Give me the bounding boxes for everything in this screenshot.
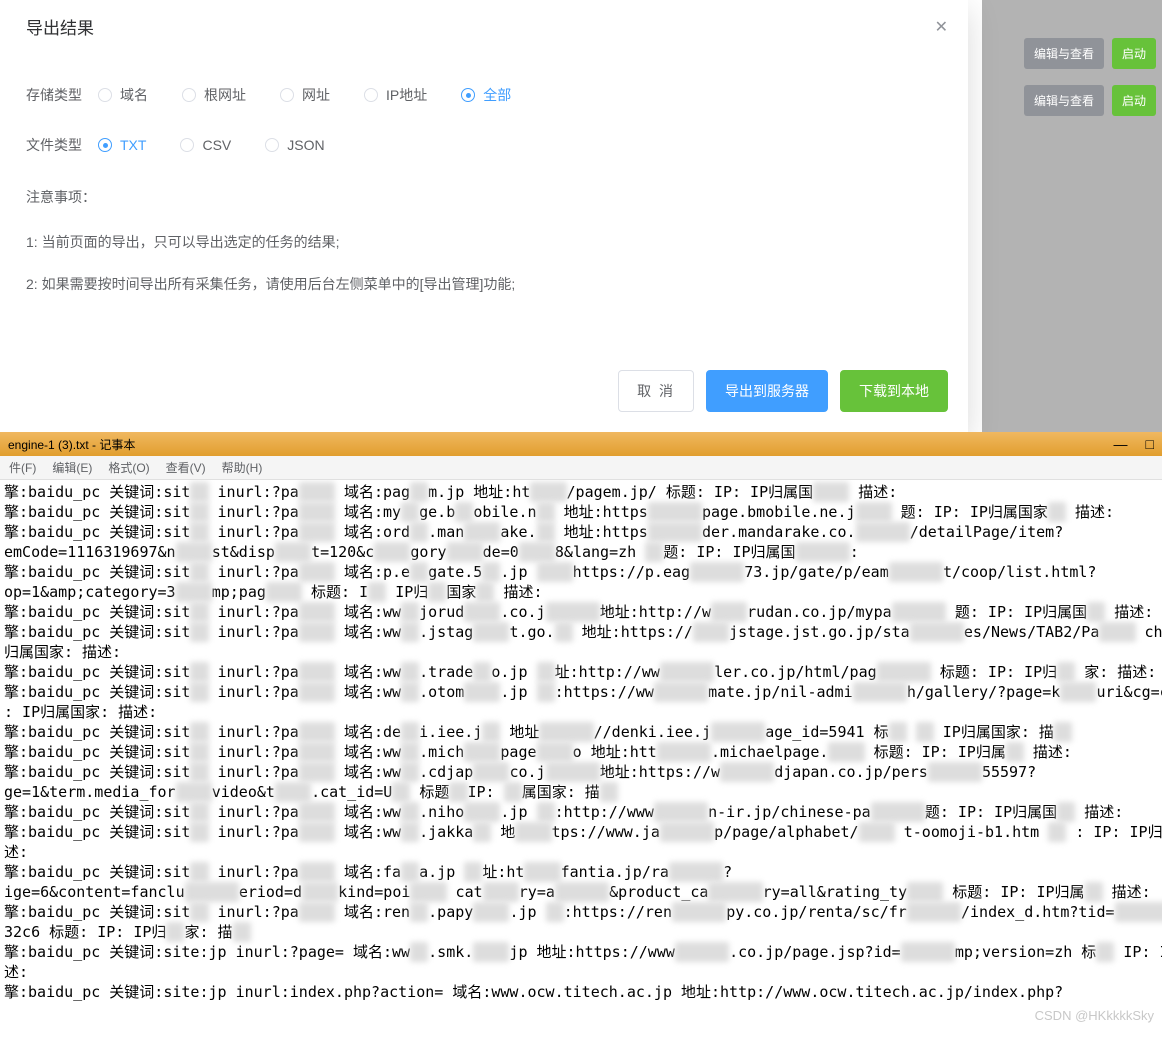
notepad-line: 擎:baidu_pc 关键词:sitxx inurl:?paxxxx 域名:ww… — [4, 622, 1158, 642]
export-server-button[interactable]: 导出到服务器 — [706, 370, 828, 412]
radio-label: IP地址 — [386, 85, 427, 105]
storage-type-radio-group: 域名 根网址 网址 IP地址 全部 — [98, 85, 511, 105]
radio-txt[interactable]: TXT — [98, 137, 146, 153]
radio-all[interactable]: 全部 — [461, 85, 511, 105]
notepad-line: 擎:baidu_pc 关键词:sitxx inurl:?paxxxx 域名:de… — [4, 722, 1158, 742]
dialog-close-button[interactable]: ✕ — [935, 17, 948, 37]
radio-label: 根网址 — [204, 85, 246, 105]
storage-type-label: 存储类型 — [26, 85, 98, 105]
minimize-icon[interactable]: — — [1114, 436, 1128, 452]
notepad-line: 擎:baidu_pc 关键词:sitxx inurl:?paxxxx 域名:pa… — [4, 482, 1158, 502]
notepad-line: 擎:baidu_pc 关键词:sitxx inurl:?paxxxx 域名:ww… — [4, 822, 1158, 842]
menu-view[interactable]: 查看(V) — [163, 458, 209, 477]
notepad-line: ge=1&term.media_forxxxxvideo&txxxx.cat_i… — [4, 782, 1158, 802]
menu-format[interactable]: 格式(O) — [105, 458, 152, 477]
notepad-line: 擎:baidu_pc 关键词:sitxx inurl:?paxxxx 域名:ww… — [4, 762, 1158, 782]
storage-type-row: 存储类型 域名 根网址 网址 IP地址 全部 — [26, 85, 942, 105]
radio-url[interactable]: 网址 — [280, 85, 330, 105]
notepad-line: 擎:baidu_pc 关键词:sitxx inurl:?paxxxx 域名:re… — [4, 902, 1158, 922]
notepad-menubar: 件(F) 编辑(E) 格式(O) 查看(V) 帮助(H) — [0, 456, 1162, 480]
menu-edit[interactable]: 编辑(E) — [49, 458, 95, 477]
notepad-titlebar[interactable]: engine-1 (3).txt - 记事本 — □ — [0, 432, 1162, 456]
file-type-label: 文件类型 — [26, 135, 98, 155]
notepad-line: ige=6&content=fancluxxxxxxeriod=dxxxxkin… — [4, 882, 1158, 902]
radio-csv[interactable]: CSV — [180, 137, 231, 153]
maximize-icon[interactable]: □ — [1146, 436, 1154, 452]
notepad-line: emCode=1116319697&nxxxxst&dispxxxxt=120&… — [4, 542, 1158, 562]
radio-circle-icon — [182, 88, 196, 102]
dialog-footer: 取 消 导出到服务器 下载到本地 — [0, 358, 968, 432]
window-controls: — □ — [1114, 436, 1154, 452]
notepad-line: op=1&amp;category=3xxxxmp;pagxxxx 标题: Ix… — [4, 582, 1158, 602]
cancel-button[interactable]: 取 消 — [618, 370, 694, 412]
notepad-line: 述: — [4, 842, 1158, 862]
notes-heading: 注意事项： — [26, 187, 942, 207]
radio-circle-icon — [265, 138, 279, 152]
radio-domain[interactable]: 域名 — [98, 85, 148, 105]
edit-view-button-1[interactable]: 编辑与查看 — [1024, 38, 1104, 69]
notepad-line: 擎:baidu_pc 关键词:site:jp inurl:index.php?a… — [4, 982, 1158, 1002]
radio-label: 域名 — [120, 85, 148, 105]
notepad-line: 擎:baidu_pc 关键词:sitxx inurl:?paxxxx 域名:ww… — [4, 662, 1158, 682]
radio-circle-icon — [280, 88, 294, 102]
radio-label: 全部 — [483, 85, 511, 105]
radio-circle-icon — [364, 88, 378, 102]
dialog-title: 导出结果 — [26, 14, 94, 39]
file-type-row: 文件类型 TXT CSV JSON — [26, 135, 942, 155]
notepad-line: 归属国家: 描述: — [4, 642, 1158, 662]
radio-label: 网址 — [302, 85, 330, 105]
dialog-header: 导出结果 ✕ — [0, 0, 968, 39]
notepad-line: 擎:baidu_pc 关键词:sitxx inurl:?paxxxx 域名:ww… — [4, 802, 1158, 822]
radio-label: JSON — [287, 137, 324, 153]
menu-file[interactable]: 件(F) — [6, 458, 39, 477]
notepad-line: 擎:baidu_pc 关键词:sitxx inurl:?paxxxx 域名:p.… — [4, 562, 1158, 582]
radio-label: TXT — [120, 137, 146, 153]
background-panel: 编辑与查看 启动 编辑与查看 启动 — [982, 0, 1162, 432]
notepad-title-text: engine-1 (3).txt - 记事本 — [8, 436, 135, 453]
menu-help[interactable]: 帮助(H) — [219, 458, 266, 477]
radio-label: CSV — [202, 137, 231, 153]
file-type-radio-group: TXT CSV JSON — [98, 137, 325, 153]
radio-circle-icon — [98, 138, 112, 152]
note-2: 2: 如果需要按时间导出所有采集任务，请使用后台左侧菜单中的[导出管理]功能; — [26, 273, 942, 295]
notepad-line: 擎:baidu_pc 关键词:site:jp inurl:?page= 域名:w… — [4, 942, 1158, 962]
close-icon: ✕ — [935, 19, 948, 36]
radio-circle-icon — [461, 88, 475, 102]
download-local-button[interactable]: 下载到本地 — [840, 370, 948, 412]
notepad-window: engine-1 (3).txt - 记事本 — □ 件(F) 编辑(E) 格式… — [0, 432, 1162, 1047]
note-1: 1: 当前页面的导出，只可以导出选定的任务的结果; — [26, 231, 942, 253]
notepad-line: 擎:baidu_pc 关键词:sitxx inurl:?paxxxx 域名:my… — [4, 502, 1158, 522]
notepad-line: : IP归属国家: 描述: — [4, 702, 1158, 722]
bg-row-1: 编辑与查看 启动 — [982, 30, 1162, 77]
radio-root-url[interactable]: 根网址 — [182, 85, 246, 105]
notepad-line: 擎:baidu_pc 关键词:sitxx inurl:?paxxxx 域名:ww… — [4, 682, 1158, 702]
radio-circle-icon — [98, 88, 112, 102]
watermark: CSDN @HKkkkkSky — [1035, 1008, 1154, 1023]
launch-button-2[interactable]: 启动 — [1112, 85, 1156, 116]
radio-circle-icon — [180, 138, 194, 152]
dialog-body: 存储类型 域名 根网址 网址 IP地址 全部 文件类型 TXT CSV JSON… — [0, 39, 968, 358]
notepad-line: 述: — [4, 962, 1158, 982]
notepad-content[interactable]: 擎:baidu_pc 关键词:sitxx inurl:?paxxxx 域名:pa… — [0, 480, 1162, 1004]
notepad-line: 擎:baidu_pc 关键词:sitxx inurl:?paxxxx 域名:ww… — [4, 742, 1158, 762]
radio-json[interactable]: JSON — [265, 137, 324, 153]
notepad-line: 擎:baidu_pc 关键词:sitxx inurl:?paxxxx 域名:or… — [4, 522, 1158, 542]
radio-ip[interactable]: IP地址 — [364, 85, 427, 105]
notepad-line: 32c6 标题: IP: IP归xx家: 描xx — [4, 922, 1158, 942]
edit-view-button-2[interactable]: 编辑与查看 — [1024, 85, 1104, 116]
launch-button-1[interactable]: 启动 — [1112, 38, 1156, 69]
notepad-line: 擎:baidu_pc 关键词:sitxx inurl:?paxxxx 域名:ww… — [4, 602, 1158, 622]
export-dialog: 导出结果 ✕ 存储类型 域名 根网址 网址 IP地址 全部 文件类型 TXT C… — [0, 0, 968, 432]
bg-row-2: 编辑与查看 启动 — [982, 77, 1162, 124]
notepad-line: 擎:baidu_pc 关键词:sitxx inurl:?paxxxx 域名:fa… — [4, 862, 1158, 882]
